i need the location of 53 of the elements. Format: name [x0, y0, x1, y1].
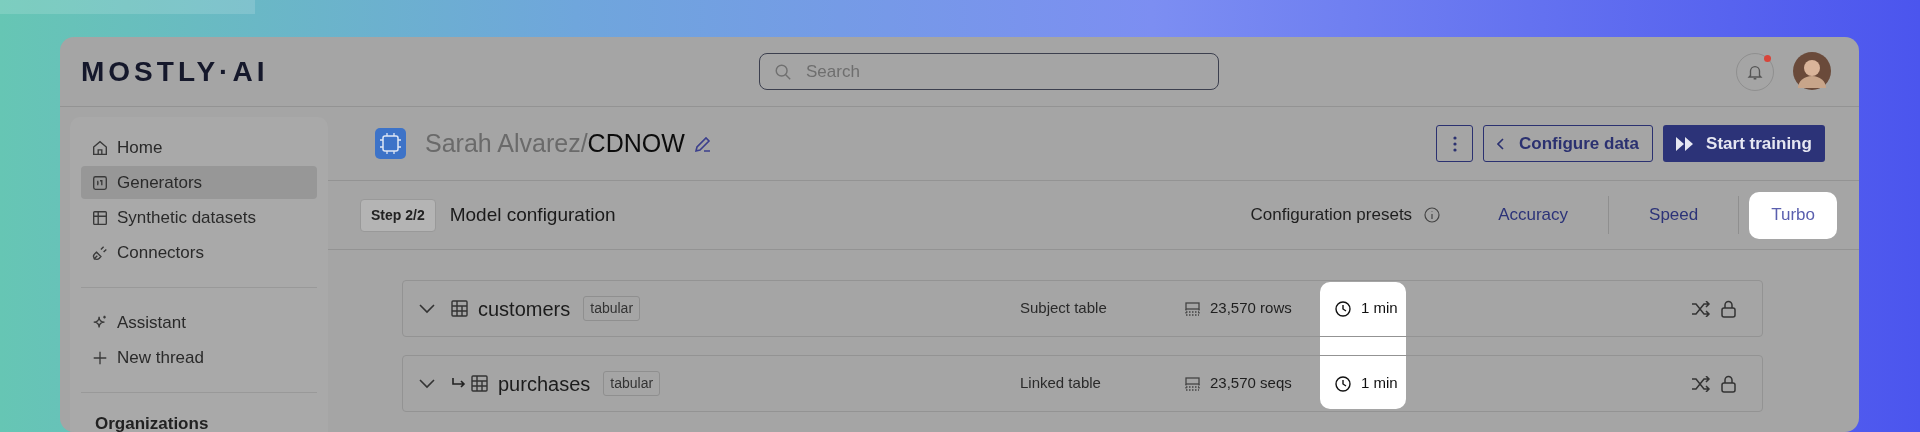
step-title: Model configuration	[449, 202, 616, 227]
configure-data-button[interactable]: Configure data	[1483, 125, 1653, 162]
time-estimate: 1 min	[1361, 373, 1399, 394]
section-heading: Organizations	[94, 413, 210, 432]
shuffle-icon[interactable]	[1691, 375, 1711, 392]
table-role: Subject table	[1020, 298, 1108, 319]
lock-icon[interactable]	[1721, 299, 1736, 318]
table-name: customers	[478, 296, 571, 322]
chip-icon	[91, 173, 109, 192]
chevron-left-icon	[1497, 137, 1505, 150]
type-tag: tabular	[583, 296, 641, 321]
presets-label: Configuration presets	[1250, 204, 1413, 227]
type-tag: tabular	[603, 371, 661, 396]
start-training-button[interactable]: Start training	[1663, 125, 1825, 162]
home-icon	[91, 138, 109, 157]
nav-item[interactable]: Connectors	[81, 236, 317, 269]
step-badge: Step 2/2	[360, 198, 436, 232]
time-estimate: 1 min	[1361, 298, 1399, 319]
chip-icon	[375, 128, 406, 159]
chevron-down-icon	[419, 303, 435, 314]
row-count: 23,570 seqs	[1210, 373, 1293, 394]
nav-item[interactable]: New thread	[81, 341, 317, 374]
generator-title: Sarah Alvarez/CDNOW	[425, 127, 685, 159]
preset-tab[interactable]: Speed	[1627, 191, 1721, 239]
nav-item[interactable]: Generators	[81, 166, 317, 199]
chevron-down-icon	[419, 378, 435, 389]
avatar[interactable]	[1793, 52, 1831, 90]
table-name: purchases	[498, 371, 591, 397]
more-icon	[1452, 135, 1457, 152]
search-icon	[774, 63, 792, 81]
fast-forward-icon	[1676, 136, 1695, 151]
rows-icon	[1185, 376, 1200, 391]
table-role: Linked table	[1020, 373, 1102, 394]
preset-tab[interactable]: Turbo	[1749, 191, 1837, 239]
clock-icon	[1335, 375, 1351, 392]
nav-item[interactable]: Home	[81, 131, 317, 164]
info-icon	[1424, 207, 1441, 223]
table-icon	[451, 300, 468, 317]
logo: MOSTLY·AI	[81, 54, 269, 89]
shuffle-icon[interactable]	[1691, 300, 1711, 317]
table-row[interactable]: customers tabular Subject table 23,570 rows 1 min	[402, 280, 1763, 337]
rows-icon	[1185, 301, 1200, 316]
table-icon	[91, 208, 109, 227]
table-icon	[471, 375, 488, 392]
nav-item[interactable]: Assistant	[81, 306, 317, 339]
preset-tab[interactable]: Accuracy	[1476, 191, 1591, 239]
clock-icon	[1335, 300, 1351, 317]
row-count: 23,570 rows	[1210, 298, 1293, 319]
bell-icon	[1746, 63, 1764, 81]
table-row[interactable]: purchases tabular Linked table 23,570 seqs 1 min	[402, 355, 1763, 412]
nav-item[interactable]: Synthetic datasets	[81, 201, 317, 234]
lock-icon[interactable]	[1721, 374, 1736, 393]
more-button[interactable]	[1436, 125, 1473, 162]
